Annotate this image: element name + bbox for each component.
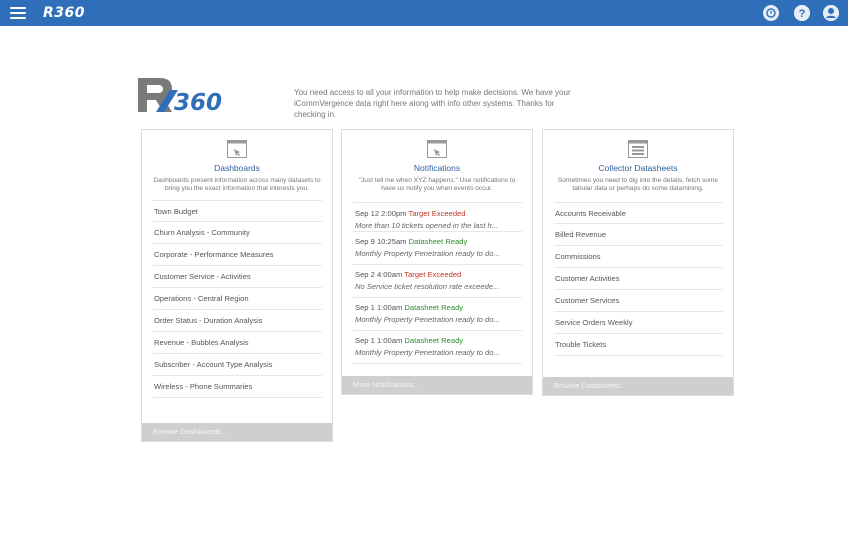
notifications-description: "Just tell me when XYZ happens." Use not… — [358, 177, 516, 192]
dashboard-list-item[interactable]: Churn Analysis - Community — [153, 222, 322, 244]
notification-message: No Service ticket resolution rate exceed… — [355, 282, 500, 291]
notification-status: Target Exceeded — [404, 270, 462, 279]
help-icon[interactable]: ? — [794, 5, 810, 21]
notifications-card: Notifications "Just tell me when XYZ hap… — [341, 129, 533, 395]
dashboards-description: Dashboards present information across ma… — [153, 177, 321, 192]
dashboards-card: Dashboards Dashboards present informatio… — [141, 129, 333, 442]
notification-time: Sep 2 4:00am — [355, 270, 403, 279]
notification-message: More than 10 tickets opened in the last … — [355, 221, 499, 230]
intro-text: You need access to all your information … — [294, 88, 571, 119]
brand-logo[interactable]: R360 — [43, 5, 85, 21]
notification-icon[interactable] — [763, 5, 779, 21]
notification-message: Monthly Property Penetration ready to do… — [355, 249, 500, 258]
datasheets-description: Sometimes you need to dig into the detai… — [557, 177, 719, 192]
user-icon[interactable] — [823, 5, 839, 21]
notification-item[interactable]: Sep 1 1:00am Datasheet Ready Monthly Prop… — [353, 331, 522, 364]
dashboard-list-item[interactable]: Operations - Central Region — [153, 288, 322, 310]
datasheet-list-item[interactable]: Trouble Tickets — [554, 334, 723, 356]
svg-text:360: 360 — [174, 90, 222, 114]
browse-datasheets-link[interactable]: Browse Datasheets... — [543, 377, 733, 395]
datasheet-list-item[interactable]: Commissions — [554, 246, 723, 268]
dashboard-list-item[interactable]: Town Budget — [153, 200, 322, 222]
notification-status: Datasheet Ready — [408, 237, 468, 246]
datasheet-list-item[interactable]: Service Orders Weekly — [554, 312, 723, 334]
notification-time: Sep 9 10:25am — [355, 237, 407, 246]
datasheet-icon — [628, 140, 648, 158]
dashboard-list-item[interactable]: Subscriber - Account Type Analysis — [153, 354, 322, 376]
notification-item[interactable]: Sep 2 4:00am Target Exceeded No Service t… — [353, 265, 522, 298]
notification-message: Monthly Property Penetration ready to do… — [355, 315, 500, 324]
r360-logo: 360 — [138, 78, 222, 114]
datasheets-title: Collector Datasheets — [598, 163, 678, 173]
notification-header: Sep 9 10:25am Datasheet Ready — [355, 237, 520, 246]
dashboards-list: Town Budget Churn Analysis - Community Cor… — [153, 200, 322, 398]
notification-item[interactable]: Sep 12 2:00pm Target Exceeded More than 1… — [353, 202, 522, 232]
notifications-list: Sep 12 2:00pm Target Exceeded More than 1… — [353, 202, 522, 364]
notification-time: Sep 1 1:00am — [355, 336, 403, 345]
top-bar: R360 ? — [0, 0, 848, 26]
notification-status: Datasheet Ready — [404, 303, 464, 312]
dashboard-list-item[interactable]: Wireless - Phone Summaries — [153, 376, 322, 398]
notification-header: Sep 12 2:00pm Target Exceeded — [355, 209, 520, 218]
notification-item[interactable]: Sep 9 10:25am Datasheet Ready Monthly Pro… — [353, 232, 522, 265]
notification-header: Sep 2 4:00am Target Exceeded — [355, 270, 520, 279]
notification-header: Sep 1 1:00am Datasheet Ready — [355, 303, 520, 312]
notification-message: Monthly Property Penetration ready to do… — [355, 348, 500, 357]
notification-status: Target Exceeded — [408, 209, 466, 218]
datasheet-list-item[interactable]: Billed Revenue — [554, 224, 723, 246]
dashboard-icon — [227, 140, 247, 158]
dashboard-list-item[interactable]: Order Status - Duration Analysis — [153, 310, 322, 332]
more-notifications-link[interactable]: More Notifications... — [342, 376, 532, 394]
notification-header: Sep 1 1:00am Datasheet Ready — [355, 336, 520, 345]
notification-bell-icon — [427, 140, 447, 158]
notification-item[interactable]: Sep 1 1:00am Datasheet Ready Monthly Prop… — [353, 298, 522, 331]
notification-time: Sep 1 1:00am — [355, 303, 403, 312]
datasheets-card: Collector Datasheets Sometimes you need … — [542, 129, 734, 396]
dashboards-title: Dashboards — [214, 163, 260, 173]
menu-icon[interactable] — [10, 7, 26, 20]
datasheet-list-item[interactable]: Customer Activities — [554, 268, 723, 290]
svg-text:?: ? — [799, 8, 806, 20]
datasheet-list-item[interactable]: Accounts Receivable — [554, 202, 723, 224]
dashboard-list-item[interactable]: Revenue - Bubbles Analysis — [153, 332, 322, 354]
notification-status: Datasheet Ready — [404, 336, 464, 345]
notifications-title: Notifications — [413, 163, 461, 173]
browse-dashboards-link[interactable]: Browse Dashboards... — [142, 423, 332, 441]
dashboard-list-item[interactable]: Customer Service - Activities — [153, 266, 322, 288]
notification-time: Sep 12 2:00pm — [355, 209, 407, 218]
datasheets-list: Accounts Receivable Billed Revenue Commiss… — [554, 202, 723, 356]
dashboard-list-item[interactable]: Corporate - Performance Measures — [153, 244, 322, 266]
datasheet-list-item[interactable]: Customer Services — [554, 290, 723, 312]
